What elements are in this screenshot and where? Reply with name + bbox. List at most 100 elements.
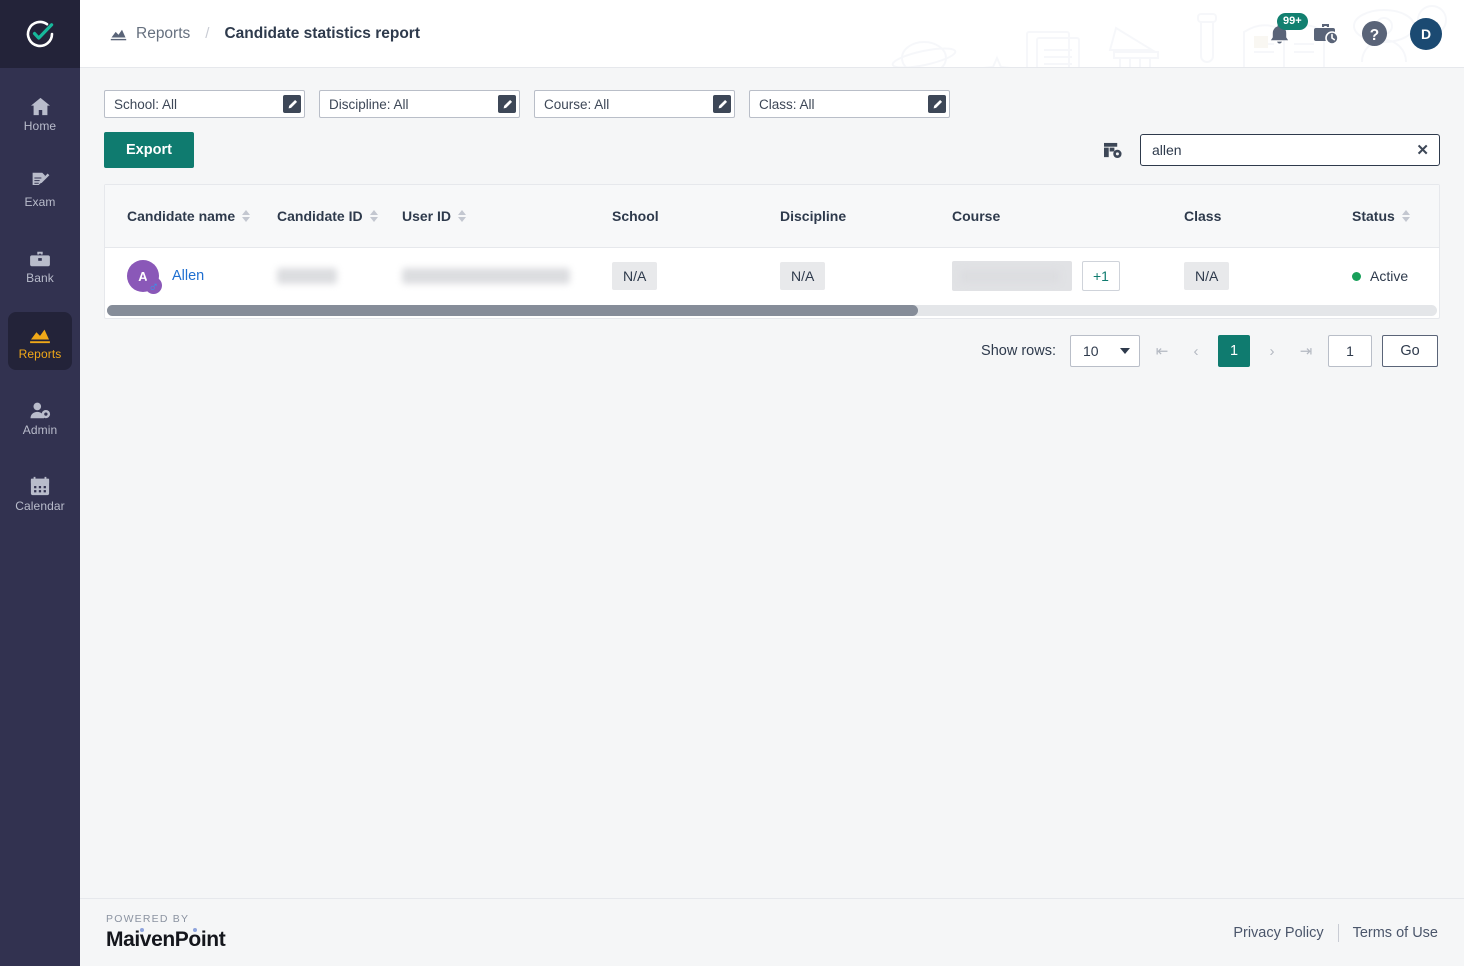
header-actions: 99+ ? D	[1268, 12, 1442, 50]
sidebar-item-label-reports: Reports	[18, 346, 62, 361]
brand-dot-icon	[140, 928, 144, 932]
check-circle-logo-icon	[26, 20, 54, 48]
table-horizontal-scrollbar[interactable]	[107, 305, 1437, 316]
course-more-button[interactable]: +1	[1082, 261, 1120, 292]
rows-per-page-select[interactable]: 10	[1070, 335, 1140, 367]
class-value: N/A	[1184, 262, 1230, 291]
app-root: Home Exam Bank Reports Admin Calendar Re…	[0, 0, 1464, 966]
goto-page-input[interactable]: 1	[1328, 335, 1372, 367]
column-label: Class	[1184, 207, 1222, 224]
cell-status: Active	[1352, 247, 1439, 305]
export-button[interactable]: Export	[104, 132, 194, 168]
exam-pencil-icon	[30, 170, 51, 192]
top-header-bar: Reports / Candidate statistics report 99…	[80, 0, 1464, 68]
sort-icon[interactable]	[1401, 209, 1410, 222]
cell-course: +1	[952, 247, 1184, 305]
go-button[interactable]: Go	[1382, 335, 1438, 367]
page-number-1[interactable]: 1	[1218, 335, 1250, 367]
sidebar-item-reports[interactable]: Reports	[8, 312, 72, 370]
filter-course[interactable]: Course: All	[534, 90, 735, 118]
sidebar-item-admin[interactable]: Admin	[8, 388, 72, 446]
sidebar-item-exam[interactable]: Exam	[8, 160, 72, 218]
next-page-icon[interactable]: ›	[1260, 335, 1284, 367]
footer-links: Privacy Policy Terms of Use	[1233, 923, 1438, 942]
brand-logo: MaivenPoint	[106, 928, 226, 952]
admin-user-gear-icon	[29, 398, 51, 420]
toolbar: Export ✕	[104, 132, 1440, 168]
rows-per-page-value: 10	[1083, 343, 1099, 359]
sidebar-item-label-admin: Admin	[22, 422, 58, 437]
filter-discipline-label: Discipline: All	[329, 96, 409, 112]
reports-chart-icon	[110, 27, 127, 41]
sidebar-item-label-home: Home	[23, 118, 57, 133]
user-avatar[interactable]: D	[1410, 17, 1442, 50]
sidebar-item-bank[interactable]: Bank	[8, 236, 72, 294]
filter-discipline[interactable]: Discipline: All	[319, 90, 520, 118]
sort-icon[interactable]	[369, 209, 378, 222]
search-area: ✕	[1103, 134, 1440, 166]
tasks-button[interactable]	[1313, 22, 1339, 45]
scrollbar-thumb[interactable]	[107, 305, 919, 316]
column-label: User ID	[402, 207, 452, 224]
filter-class-label: Class: All	[759, 96, 815, 112]
notifications-button[interactable]: 99+	[1268, 12, 1308, 46]
sidebar-item-calendar[interactable]: Calendar	[8, 464, 72, 522]
table-header-row: Candidate name Candidate ID User ID Scho…	[105, 185, 1439, 248]
column-label: Status	[1352, 207, 1395, 224]
briefcase-clock-icon	[1314, 24, 1339, 45]
privacy-policy-link[interactable]: Privacy Policy	[1233, 925, 1323, 941]
sort-icon[interactable]	[458, 209, 467, 222]
table-head: Candidate name Candidate ID User ID Scho…	[105, 185, 1439, 248]
main-column: Reports / Candidate statistics report 99…	[80, 0, 1464, 966]
sidebar-nav-list: Home Exam Bank Reports Admin Calendar	[0, 68, 80, 540]
pagination: Show rows: 10 ⇤ ‹ 1 › ⇥ 1 Go	[104, 319, 1440, 367]
powered-by-block: POWERED BY MaivenPoint	[106, 913, 226, 952]
table-row[interactable]: A ♂ Allen N/A N/A +1 N/A Active	[105, 247, 1439, 305]
edit-pencil-icon[interactable]	[283, 95, 301, 113]
app-logo[interactable]	[0, 0, 80, 68]
table-body: A ♂ Allen N/A N/A +1 N/A Active	[105, 247, 1439, 305]
filter-class[interactable]: Class: All	[749, 90, 950, 118]
column-candidate-name[interactable]: Candidate name	[105, 185, 277, 248]
discipline-value: N/A	[780, 262, 826, 291]
candidates-table: Candidate name Candidate ID User ID Scho…	[105, 185, 1439, 305]
bank-toolbox-icon	[29, 246, 51, 268]
column-school: School	[612, 185, 780, 248]
footer-divider	[1337, 923, 1339, 942]
edit-pencil-icon[interactable]	[713, 95, 731, 113]
column-label: School	[612, 207, 659, 224]
prev-page-icon[interactable]: ‹	[1184, 335, 1208, 367]
column-label: Course	[952, 207, 1001, 224]
powered-by-label: POWERED BY	[106, 913, 190, 925]
avatar: A ♂	[127, 260, 162, 295]
cell-class: N/A	[1184, 247, 1352, 305]
filter-school[interactable]: School: All	[104, 90, 305, 118]
column-label: Candidate name	[127, 207, 236, 224]
edit-pencil-icon[interactable]	[928, 95, 946, 113]
last-page-icon[interactable]: ⇥	[1294, 335, 1318, 367]
sidebar-item-home[interactable]: Home	[8, 84, 72, 142]
page-footer: POWERED BY MaivenPoint Privacy Policy Te…	[80, 898, 1464, 966]
close-icon[interactable]: ✕	[1410, 143, 1429, 158]
course-chip	[952, 261, 1072, 292]
search-box[interactable]: ✕	[1140, 134, 1440, 166]
sort-icon[interactable]	[242, 209, 251, 222]
column-candidate-id[interactable]: Candidate ID	[277, 185, 402, 248]
edit-pencil-icon[interactable]	[498, 95, 516, 113]
column-label: Candidate ID	[277, 207, 363, 224]
column-status[interactable]: Status	[1352, 185, 1439, 248]
breadcrumb-parent-link[interactable]: Reports	[136, 25, 190, 43]
cell-school: N/A	[612, 247, 780, 305]
terms-of-use-link[interactable]: Terms of Use	[1353, 925, 1438, 941]
candidates-table-card: Candidate name Candidate ID User ID Scho…	[104, 184, 1440, 319]
breadcrumb: Reports / Candidate statistics report	[110, 25, 420, 43]
table-settings-icon[interactable]	[1103, 142, 1122, 159]
candidate-name-link[interactable]: Allen	[172, 268, 204, 284]
sidebar-item-label-exam: Exam	[24, 194, 56, 209]
first-page-icon[interactable]: ⇤	[1150, 335, 1174, 367]
sidebar-item-label-bank: Bank	[26, 270, 54, 285]
column-user-id[interactable]: User ID	[402, 185, 612, 248]
help-button[interactable]: ?	[1361, 20, 1388, 47]
cell-user-id	[402, 247, 612, 305]
search-input[interactable]	[1152, 142, 1411, 158]
